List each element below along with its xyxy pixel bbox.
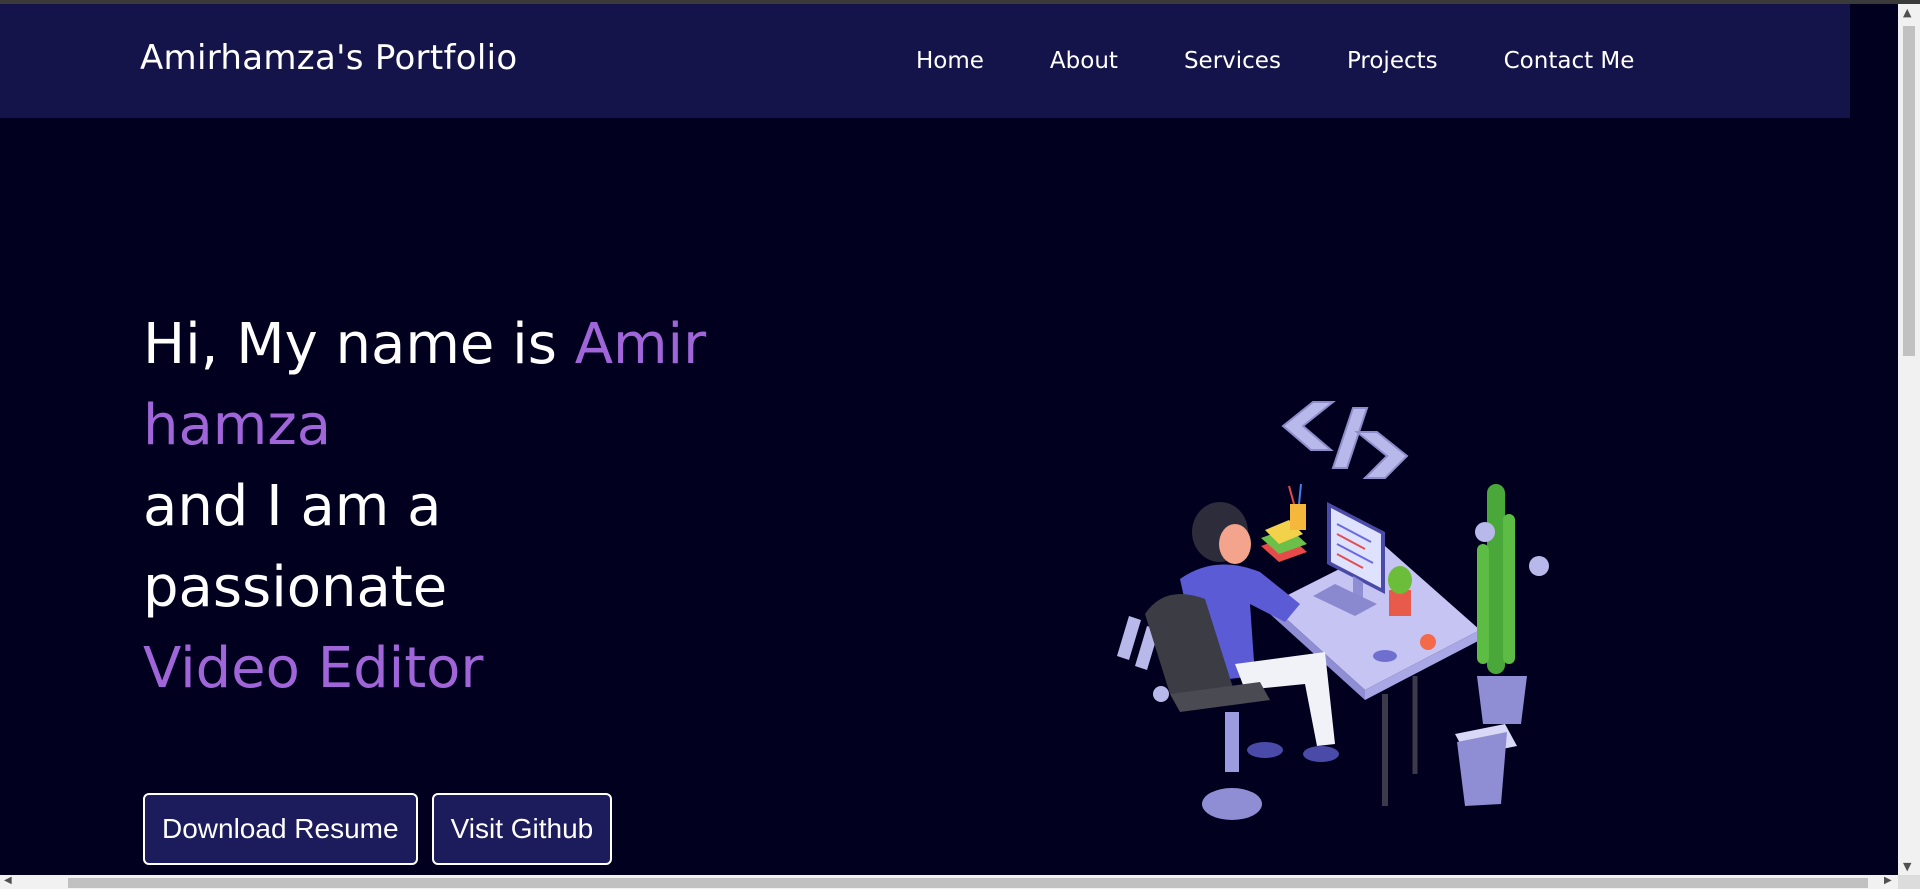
nav-link-home[interactable]: Home [916,48,984,74]
scroll-right-arrow-icon[interactable]: ▶ [1884,875,1892,886]
hero-name-last: hamza [143,393,332,458]
hero-role: Video Editor [143,636,484,701]
hero-heading: Hi, My name is Amir hamza and I am a pas… [143,304,763,709]
scroll-down-arrow-icon[interactable]: ▼ [1903,860,1911,873]
hero-line-passion: passionate [143,555,448,620]
page: Amirhamza's Portfolio Home About Service… [0,4,1850,875]
brand-logo-text[interactable]: Amirhamza's Portfolio [140,38,517,78]
navbar: Amirhamza's Portfolio Home About Service… [0,4,1850,118]
nav-link-about[interactable]: About [1050,48,1118,74]
books-icon [1261,483,1307,562]
cup-icon [1373,650,1397,662]
vertical-scrollbar[interactable]: ▲ ▼ [1898,4,1920,875]
hero-line-1: Hi, My name is Amir [143,304,763,385]
hero-name-first: Amir [574,312,707,377]
developer-at-desk-illustration [1117,401,1549,820]
horizontal-scrollbar-thumb[interactable] [68,878,1868,888]
code-symbol-icon [1281,401,1409,479]
nav-links: Home About Services Projects Contact Me [916,48,1634,74]
visit-github-button[interactable]: Visit Github [431,793,613,865]
horizontal-scrollbar[interactable]: ◀ ▶ [0,875,1898,889]
nav-link-projects[interactable]: Projects [1347,48,1438,74]
headphones-icon [1420,634,1436,650]
download-resume-button[interactable]: Download Resume [143,793,418,865]
nav-link-services[interactable]: Services [1184,48,1281,74]
potted-cactus-icon [1475,484,1549,724]
hero-buttons: Download Resume Visit Github [143,793,613,865]
scroll-left-arrow-icon[interactable]: ◀ [4,875,12,886]
hero-greeting: Hi, My name is [143,312,575,377]
trash-bin-icon [1455,724,1517,806]
scrollbar-corner [1898,875,1920,889]
nav-link-contact[interactable]: Contact Me [1504,48,1635,74]
hero-line-and: and I am a [143,474,442,539]
desk-cactus-icon [1388,566,1412,616]
scroll-up-arrow-icon[interactable]: ▲ [1903,6,1911,19]
vertical-scrollbar-thumb[interactable] [1903,26,1915,356]
